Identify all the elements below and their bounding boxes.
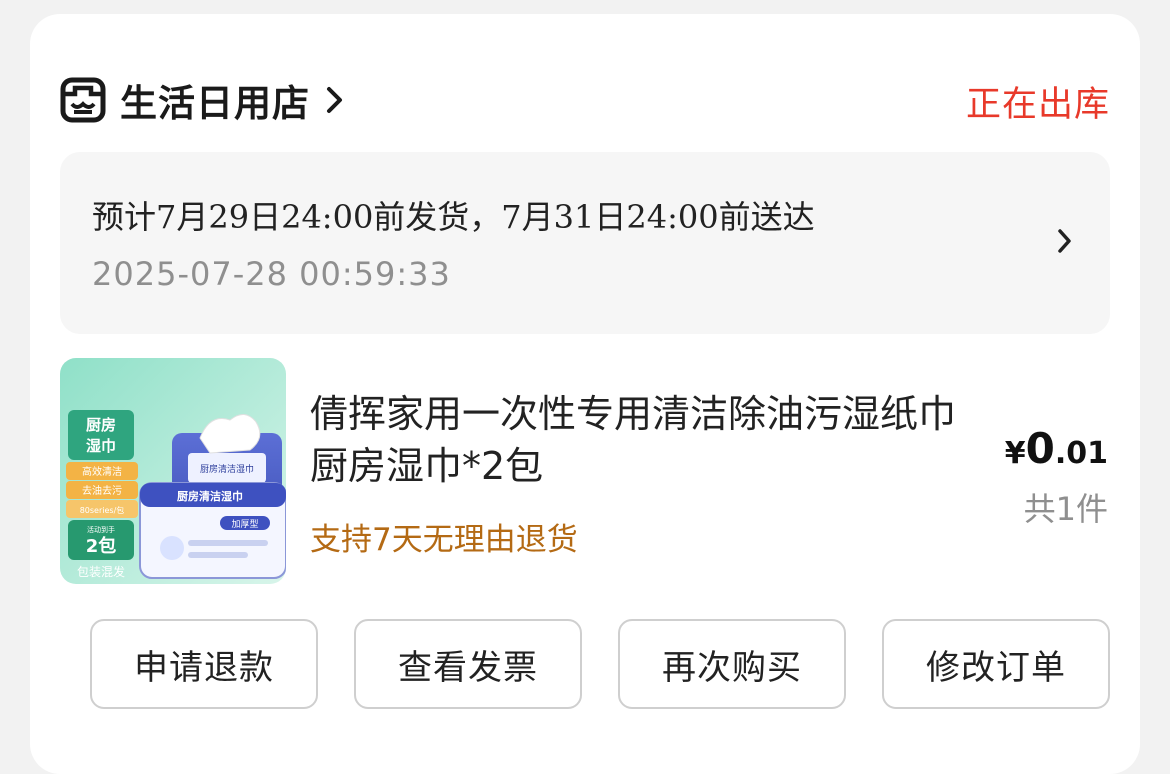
store-face-icon: [60, 77, 106, 123]
delivery-estimate: 预计7月29日24:00前发货，7月31日24:00前送达: [92, 198, 815, 236]
svg-text:厨房: 厨房: [86, 416, 116, 434]
refund-button[interactable]: 申请退款: [90, 619, 318, 709]
pack-badge: 加厚型: [231, 519, 258, 530]
return-policy: 支持7天无理由退货: [310, 522, 578, 558]
store-header[interactable]: 生活日用店 正在出库: [60, 72, 1110, 128]
modify-order-button[interactable]: 修改订单: [882, 619, 1110, 709]
order-status: 正在出库: [965, 85, 1110, 125]
promo-bottom: 包装混发: [77, 564, 125, 579]
product-title[interactable]: 倩挥家用一次性专用清洁除油污湿纸巾 厨房湿巾*2包: [310, 388, 1000, 492]
order-timestamp: 2025-07-28 00:59:33: [92, 255, 451, 293]
price-currency: ¥: [1004, 436, 1026, 471]
price-decimal: .01: [1054, 436, 1108, 471]
promo-big: 2包: [86, 535, 117, 557]
price-integer: 0: [1025, 424, 1055, 473]
product-image[interactable]: 厨房清洁湿巾 厨房清洁湿巾 加厚型 厨房 湿巾 高效清洁 去油去污 80seri…: [60, 358, 286, 584]
tag-line-1: 高效清洁: [82, 465, 122, 478]
svg-text:湿巾: 湿巾: [86, 437, 116, 455]
view-invoice-button[interactable]: 查看发票: [354, 619, 582, 709]
product-quantity: 共1件: [1023, 490, 1108, 528]
buy-again-button[interactable]: 再次购买: [618, 619, 846, 709]
pack-label-front: 厨房清洁湿巾: [177, 489, 243, 503]
chevron-right-icon[interactable]: [1056, 226, 1074, 256]
tag-line-3: 80series/包: [80, 505, 125, 515]
product-price: ¥0.01: [1005, 424, 1108, 473]
order-card: 生活日用店 正在出库 预计7月29日24:00前发货，7月31日24:00前送达…: [30, 14, 1140, 774]
store-name[interactable]: 生活日用店: [120, 73, 310, 127]
delivery-info[interactable]: 预计7月29日24:00前发货，7月31日24:00前送达 2025-07-28…: [60, 152, 1110, 334]
chevron-right-icon[interactable]: [324, 83, 346, 117]
order-actions: 申请退款 查看发票 再次购买 修改订单: [90, 619, 1110, 709]
promo-small: 活动到手: [87, 525, 115, 534]
tag-line-2: 去油去污: [82, 484, 122, 497]
pack-label-back: 厨房清洁湿巾: [200, 463, 254, 475]
